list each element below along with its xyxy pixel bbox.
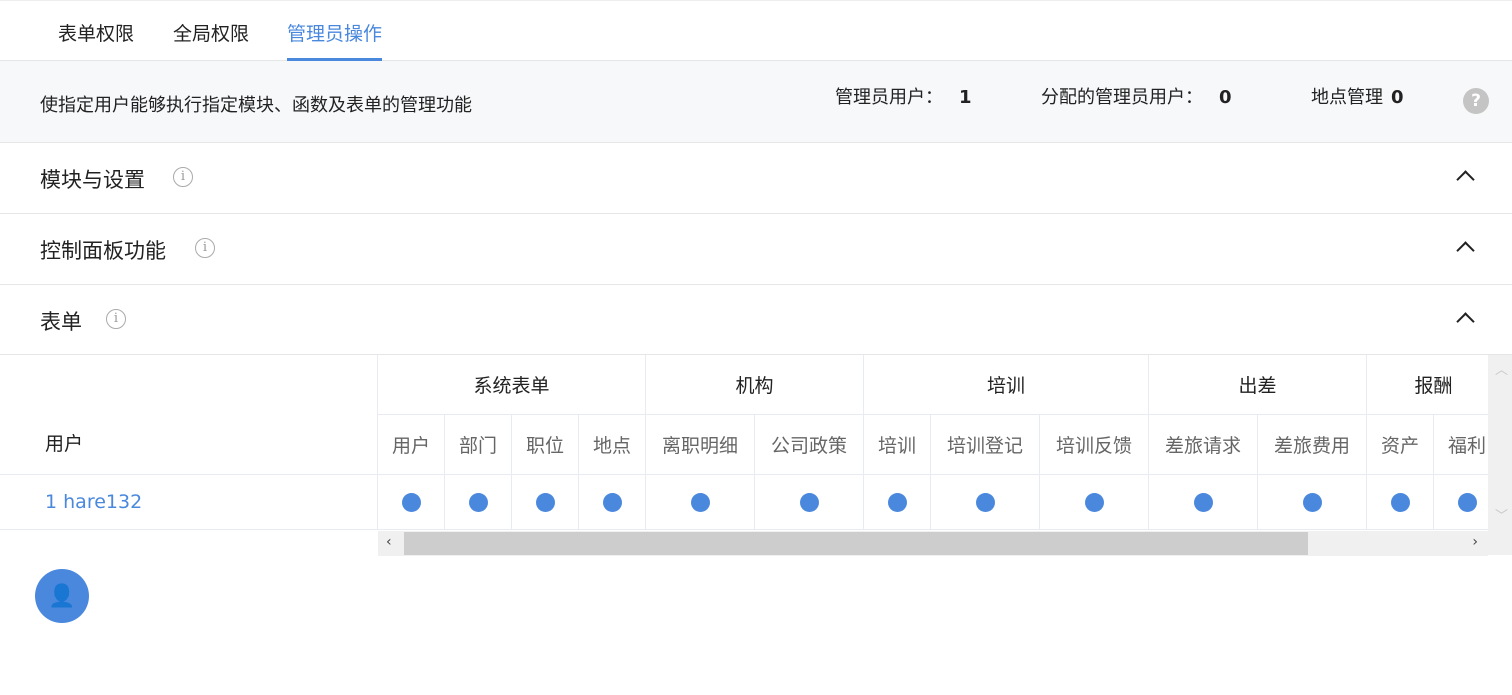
horizontal-scrollbar[interactable]: ‹ › [378, 531, 1488, 556]
vertical-scrollbar[interactable]: ︿ ﹀ [1488, 355, 1512, 555]
column-header: 职位 [512, 415, 579, 475]
section-title: 模块与设置 [40, 168, 145, 192]
tab-bar: 表单权限 全局权限 管理员操作 [0, 0, 1512, 61]
scroll-left-icon[interactable]: ‹ [386, 534, 392, 550]
info-icon[interactable]: i [195, 238, 215, 258]
scroll-down-icon[interactable]: ﹀ [1495, 505, 1508, 524]
column-header: 地点 [579, 415, 646, 475]
column-group-header: 培训 [864, 355, 1149, 415]
info-banner: 使指定用户能够执行指定模块、函数及表单的管理功能 管理员用户： 1 分配的管理员用… [0, 61, 1512, 143]
label: 管理员用户： [835, 87, 943, 108]
scrollbar-thumb[interactable] [404, 532, 1308, 555]
column-group-header: 出差 [1149, 355, 1367, 415]
enabled-dot-icon[interactable] [887, 492, 907, 512]
enabled-dot-icon[interactable] [1390, 492, 1410, 512]
column-group-header: 机构 [646, 355, 864, 415]
permissions-grid: 系统表单 机构 培训 出差 报酬 用户 部门 职位 地点 离职明细 公司政策 培训 培训登记 培训反馈 差旅… [378, 355, 1488, 531]
chevron-up-icon[interactable] [1456, 312, 1475, 331]
permission-cell[interactable] [1040, 475, 1149, 530]
section-modules-settings[interactable]: 模块与设置 i [0, 143, 1512, 214]
enabled-dot-icon[interactable] [401, 492, 421, 512]
section-title: 控制面板功能 [40, 239, 166, 263]
value: 0 [1219, 87, 1232, 108]
help-icon[interactable]: ? [1463, 88, 1489, 114]
user-link[interactable]: 1 hare132 [0, 475, 378, 530]
enabled-dot-icon[interactable] [1457, 492, 1477, 512]
enabled-dot-icon[interactable] [975, 492, 995, 512]
add-user-button[interactable]: 👤 [35, 569, 89, 623]
enabled-dot-icon[interactable] [799, 492, 819, 512]
enabled-dot-icon[interactable] [1302, 492, 1322, 512]
tab-form-permissions[interactable]: 表单权限 [58, 19, 134, 46]
header-label: 用户 [45, 433, 84, 455]
column-header: 资产 [1367, 415, 1434, 475]
column-header: 差旅费用 [1258, 415, 1367, 475]
enabled-dot-icon[interactable] [690, 492, 710, 512]
label: 分配的管理员用户： [1041, 87, 1203, 108]
value: 1 [959, 87, 972, 108]
column-group-header: 系统表单 [378, 355, 646, 415]
section-dashboard-functions[interactable]: 控制面板功能 i [0, 214, 1512, 285]
permission-cell[interactable] [378, 475, 445, 530]
scroll-up-icon[interactable]: ︿ [1495, 359, 1508, 378]
column-header: 差旅请求 [1149, 415, 1258, 475]
column-header: 离职明细 [646, 415, 755, 475]
label: 地点管理 [1311, 87, 1383, 108]
section-title: 表单 [40, 310, 82, 334]
assigned-admin-stat: 分配的管理员用户： 0 [1041, 83, 1232, 109]
permission-cell[interactable] [445, 475, 512, 530]
column-group-header: 报酬 [1367, 355, 1488, 415]
info-icon[interactable]: i [173, 167, 193, 187]
section-forms[interactable]: 表单 i [0, 285, 1512, 355]
permission-cell[interactable] [1367, 475, 1434, 530]
tab-global-permissions[interactable]: 全局权限 [173, 19, 249, 46]
chevron-up-icon[interactable] [1456, 170, 1475, 189]
column-header: 培训登记 [931, 415, 1040, 475]
add-user-icon: 👤 [48, 583, 76, 609]
column-header: 部门 [445, 415, 512, 475]
enabled-dot-icon[interactable] [602, 492, 622, 512]
tab-admin-operations[interactable]: 管理员操作 [287, 19, 383, 61]
location-mgmt-stat: 地点管理 0 [1311, 83, 1404, 109]
permission-cell[interactable] [755, 475, 864, 530]
value: 0 [1391, 87, 1404, 108]
permission-cell[interactable] [864, 475, 931, 530]
permission-cell[interactable] [1434, 475, 1488, 530]
column-header: 培训 [864, 415, 931, 475]
info-icon[interactable]: i [106, 309, 126, 329]
column-header: 用户 [378, 415, 445, 475]
scroll-right-icon[interactable]: › [1472, 534, 1478, 550]
description: 使指定用户能够执行指定模块、函数及表单的管理功能 [40, 95, 472, 116]
permission-cell[interactable] [646, 475, 755, 530]
chevron-up-icon[interactable] [1456, 241, 1475, 260]
enabled-dot-icon[interactable] [1084, 492, 1104, 512]
column-header: 福利 [1434, 415, 1488, 475]
enabled-dot-icon[interactable] [535, 492, 555, 512]
permission-cell[interactable] [1258, 475, 1367, 530]
column-header: 培训反馈 [1040, 415, 1149, 475]
admin-users-stat: 管理员用户： 1 [835, 83, 972, 109]
column-header: 公司政策 [755, 415, 864, 475]
permission-cell[interactable] [1149, 475, 1258, 530]
permission-cell[interactable] [579, 475, 646, 530]
user-column-header: 用户 [0, 355, 378, 475]
enabled-dot-icon[interactable] [468, 492, 488, 512]
enabled-dot-icon[interactable] [1193, 492, 1213, 512]
permission-cell[interactable] [931, 475, 1040, 530]
permission-cell[interactable] [512, 475, 579, 530]
